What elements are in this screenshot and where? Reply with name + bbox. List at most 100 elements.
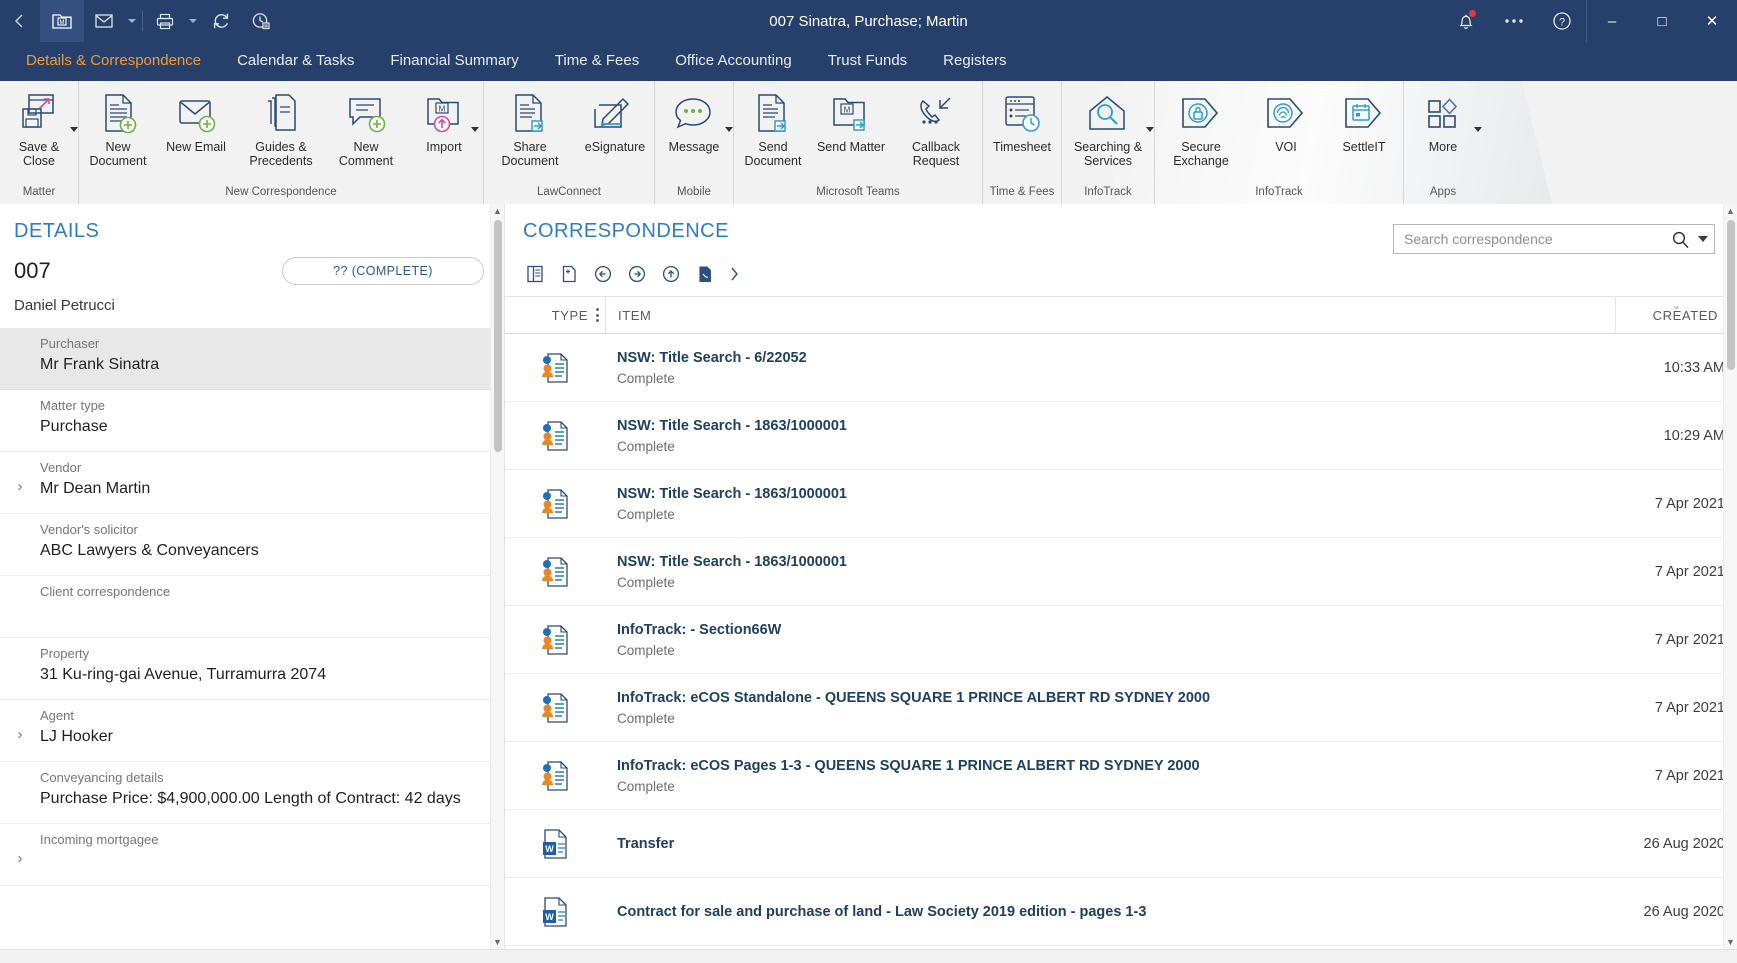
detail-field[interactable]: Vendor's solicitor ABC Lawyers & Conveyan… [0, 514, 504, 576]
voi-button[interactable]: VOI [1247, 87, 1325, 154]
settleit-button[interactable]: SettleIT [1325, 87, 1403, 154]
notification-bell-icon[interactable] [1442, 0, 1490, 42]
table-row[interactable]: NSW: Title Search - 1863/1000001 Complete… [505, 538, 1737, 606]
tab-details-correspondence[interactable]: Details & Correspondence [8, 42, 219, 79]
email-dropdown-caret-icon[interactable] [124, 0, 140, 42]
tab-calendar-tasks[interactable]: Calendar & Tasks [219, 42, 372, 79]
refresh-icon[interactable] [201, 0, 241, 42]
chevron-down-icon[interactable] [70, 127, 78, 132]
table-row[interactable]: InfoTrack: eCOS Pages 1-3 - QUEENS SQUAR… [505, 742, 1737, 810]
chevron-right-icon[interactable]: › [0, 708, 40, 743]
item-title-link[interactable]: NSW: Title Search - 6/22052 [617, 350, 1615, 366]
details-scroll-down-icon[interactable]: ▼ [491, 935, 504, 949]
detail-field[interactable]: › Vendor Mr Dean Martin [0, 452, 504, 514]
new-document-button[interactable]: New Document [79, 87, 157, 168]
search-correspondence-box[interactable] [1393, 224, 1715, 254]
column-header-type[interactable]: TYPE [505, 297, 605, 333]
table-row[interactable]: W Contract for sale and purchase of land… [505, 878, 1737, 946]
guides-precedents-button[interactable]: Guides & Precedents [235, 87, 327, 168]
email-icon[interactable] [84, 0, 124, 42]
status-badge[interactable]: ?? (COMPLETE) [282, 257, 484, 285]
send-document-button[interactable]: Send Document [734, 87, 812, 168]
print-dropdown-caret-icon[interactable] [185, 0, 201, 42]
item-title-link[interactable]: InfoTrack: eCOS Pages 1-3 - QUEENS SQUAR… [617, 758, 1615, 774]
minimize-button[interactable]: – [1587, 0, 1637, 42]
matter-folder-icon[interactable]: M [40, 0, 84, 42]
previous-icon[interactable] [591, 262, 615, 286]
send-matter-button[interactable]: M Send Matter [812, 87, 890, 154]
chevron-right-icon[interactable]: › [0, 460, 40, 495]
item-title-link[interactable]: NSW: Title Search - 1863/1000001 [617, 554, 1615, 570]
correspondence-scroll-down-icon[interactable]: ▼ [1724, 935, 1737, 949]
back-arrow-icon[interactable] [0, 0, 40, 42]
esignature-button[interactable]: eSignature [576, 87, 654, 154]
detail-field[interactable]: Matter type Purchase [0, 390, 504, 452]
close-button[interactable]: ✕ [1687, 0, 1737, 42]
timesheet-button[interactable]: Timesheet [983, 87, 1061, 154]
item-title-link[interactable]: NSW: Title Search - 1863/1000001 [617, 418, 1615, 434]
tab-trust-funds[interactable]: Trust Funds [810, 42, 925, 79]
save-close-button[interactable]: Save & Close [0, 87, 78, 168]
upload-icon[interactable] [659, 262, 683, 286]
table-row[interactable]: NSW: Title Search - 6/22052 Complete 10:33… [505, 334, 1737, 402]
next-icon[interactable] [625, 262, 649, 286]
chevron-down-icon[interactable] [1474, 127, 1482, 132]
detail-field[interactable]: Purchaser Mr Frank Sinatra [0, 328, 504, 390]
new-comment-button[interactable]: New Comment [327, 87, 405, 168]
message-button[interactable]: Message [655, 87, 733, 154]
help-icon[interactable]: ? [1538, 0, 1586, 42]
tab-financial-summary[interactable]: Financial Summary [372, 42, 536, 79]
item-title-link[interactable]: Transfer [617, 836, 1615, 852]
recent-history-icon[interactable] [241, 0, 281, 42]
more-options-icon[interactable] [1490, 0, 1538, 42]
table-row[interactable]: NSW: Title Search - 1863/1000001 Complete… [505, 402, 1737, 470]
table-cell-created: 10:29 AM [1663, 427, 1725, 444]
secure-exchange-button[interactable]: Secure Exchange [1155, 87, 1247, 168]
tab-registers[interactable]: Registers [925, 42, 1024, 79]
detail-field[interactable]: › Incoming mortgagee [0, 824, 504, 886]
correspondence-scroll-up-icon[interactable]: ▲ [1724, 204, 1737, 218]
search-icon[interactable] [1671, 230, 1690, 249]
detail-field[interactable]: › Agent LJ Hooker [0, 700, 504, 762]
share-document-button[interactable]: Share Document [484, 87, 576, 168]
chevron-down-icon[interactable] [725, 127, 733, 132]
details-scrollbar[interactable]: ▲ ▼ [490, 204, 504, 949]
print-icon[interactable] [145, 0, 185, 42]
ribbon-group-time-fees: Timesheet Time & Fees [982, 81, 1061, 204]
detail-field[interactable]: Conveyancing details Purchase Price: $4,9… [0, 762, 504, 824]
item-title-link[interactable]: NSW: Title Search - 1863/1000001 [617, 486, 1615, 502]
correspondence-scroll-thumb[interactable] [1727, 220, 1735, 370]
column-header-item[interactable]: ITEM [605, 297, 1615, 333]
item-title-link[interactable]: Contract for sale and purchase of land -… [617, 904, 1615, 920]
chevron-down-icon[interactable] [1146, 127, 1154, 132]
tab-office-accounting[interactable]: Office Accounting [657, 42, 809, 79]
details-scroll-up-icon[interactable]: ▲ [491, 204, 504, 218]
new-email-button[interactable]: New Email [157, 87, 235, 154]
correspondence-scrollbar[interactable]: ▲ ▼ [1723, 204, 1737, 949]
searching-services-button[interactable]: Searching & Services [1062, 87, 1154, 168]
tab-time-fees[interactable]: Time & Fees [537, 42, 657, 79]
details-scroll-thumb[interactable] [494, 220, 502, 452]
search-input[interactable] [1404, 231, 1671, 247]
item-title-link[interactable]: InfoTrack: - Section66W [617, 622, 1615, 638]
import-button[interactable]: M Import [405, 87, 483, 154]
column-header-created[interactable]: ⌄ CREATED [1615, 297, 1737, 333]
type-column-menu-icon[interactable] [596, 308, 599, 322]
table-row[interactable]: InfoTrack: - Section66W Complete 7 Apr 202… [505, 606, 1737, 674]
maximize-button[interactable]: □ [1637, 0, 1687, 42]
table-row[interactable]: W Transfer 26 Aug 2020 [505, 810, 1737, 878]
chevron-right-icon[interactable]: › [0, 832, 40, 867]
more-button[interactable]: More [1404, 87, 1482, 154]
add-document-icon[interactable] [557, 262, 581, 286]
pdf-document-icon[interactable] [693, 262, 717, 286]
item-title-link[interactable]: InfoTrack: eCOS Standalone - QUEENS SQUA… [617, 690, 1615, 706]
table-row[interactable]: NSW: Title Search - 1863/1000001 Complete… [505, 470, 1737, 538]
search-dropdown-caret-icon[interactable] [1698, 236, 1708, 242]
callback-request-button[interactable]: Callback Request [890, 87, 982, 168]
detail-field[interactable]: Property 31 Ku-ring-gai Avenue, Turramurr… [0, 638, 504, 700]
table-row[interactable]: InfoTrack: eCOS Standalone - QUEENS SQUA… [505, 674, 1737, 742]
chevron-down-icon[interactable] [471, 127, 479, 132]
split-view-icon[interactable] [523, 262, 547, 286]
detail-field[interactable]: Client correspondence [0, 576, 504, 638]
expand-toolbar-icon[interactable] [727, 262, 741, 286]
